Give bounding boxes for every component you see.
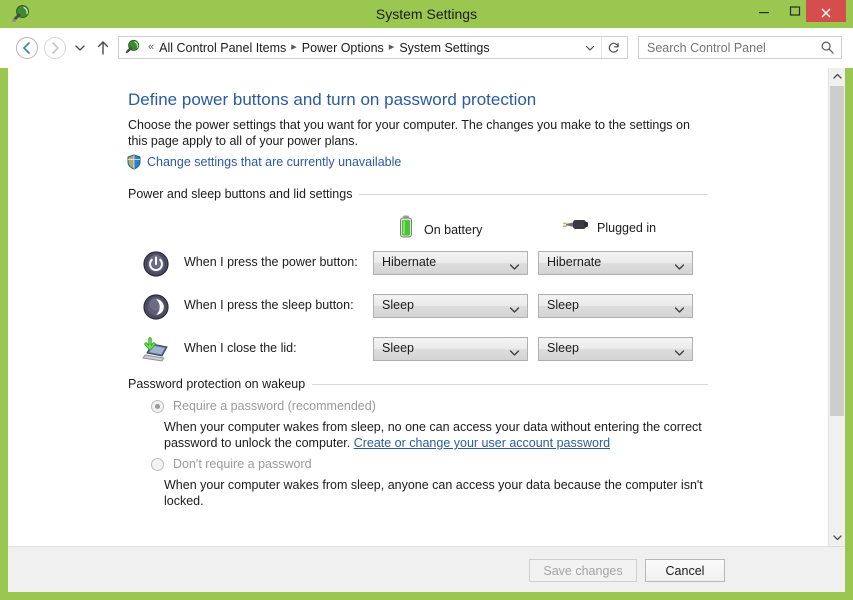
search-icon[interactable] (820, 40, 835, 55)
up-one-level-button[interactable] (94, 37, 112, 59)
setting-label-power-button: When I press the power button: (184, 255, 358, 269)
chevron-down-icon (509, 302, 520, 320)
laptop-lid-icon (140, 334, 172, 366)
content-pane: Define power buttons and turn on passwor… (8, 68, 845, 546)
scroll-up-icon (832, 73, 842, 79)
radio-label-require-password: Require a password (recommended) (173, 399, 376, 413)
dropdown-close-lid-plugged-in[interactable]: Sleep (538, 337, 693, 361)
scroll-down-icon (832, 535, 842, 541)
column-header-on-battery: On battery (396, 214, 482, 245)
dropdown-power-button-on-battery[interactable]: Hibernate (373, 251, 528, 275)
title-bar: System Settings (0, 0, 853, 28)
system-settings-window: System Settings « All Control Panel Item… (0, 0, 853, 600)
back-arrow-icon (23, 42, 30, 54)
setting-row-sleep-button: When I press the sleep button: Sleep Sle… (140, 294, 700, 320)
radio-button-require-password[interactable] (151, 400, 164, 413)
dropdown-value: Sleep (547, 298, 579, 312)
scrollbar-thumb[interactable] (830, 86, 844, 416)
maximize-icon (789, 5, 800, 16)
create-change-password-link[interactable]: Create or change your user account passw… (354, 436, 610, 450)
address-bar[interactable]: « All Control Panel Items ▸ Power Option… (118, 36, 628, 59)
vertical-scrollbar[interactable] (828, 68, 845, 546)
address-dropdown-button[interactable] (581, 37, 599, 58)
back-button[interactable] (16, 37, 38, 59)
dropdown-value: Sleep (547, 341, 579, 355)
minimize-icon (758, 11, 769, 13)
dropdown-power-button-plugged-in[interactable]: Hibernate (538, 251, 693, 275)
dropdown-value: Sleep (382, 341, 414, 355)
chevron-down-icon (674, 302, 685, 320)
dropdown-value: Sleep (382, 298, 414, 312)
sleep-button-icon (140, 291, 172, 323)
chevron-down-icon (674, 259, 685, 277)
recent-pages-button[interactable] (72, 37, 88, 59)
power-plug-icon (123, 39, 140, 56)
setting-row-close-lid: When I close the lid: Sleep Sleep (140, 337, 700, 363)
uac-link-label: Change settings that are currently unava… (147, 155, 402, 169)
battery-icon (396, 214, 416, 245)
dropdown-sleep-button-plugged-in[interactable]: Sleep (538, 294, 693, 318)
column-header-plugged-in: Plugged in (561, 214, 656, 241)
breadcrumb-separator[interactable]: ▸ (291, 42, 297, 53)
setting-label-close-lid: When I close the lid: (184, 341, 297, 355)
chevron-down-icon (509, 259, 520, 277)
scroll-down-button[interactable] (829, 529, 845, 546)
refresh-button[interactable] (601, 37, 625, 58)
search-input[interactable] (645, 37, 810, 58)
column-label-plugged-in: Plugged in (597, 220, 657, 235)
forward-arrow-icon (52, 42, 59, 54)
password-group-heading: Password protection on wakeup (128, 377, 708, 391)
breadcrumb-power-options[interactable]: Power Options (302, 41, 384, 55)
dropdown-sleep-button-on-battery[interactable]: Sleep (373, 294, 528, 318)
scroll-up-button[interactable] (829, 68, 845, 85)
column-label-on-battery: On battery (424, 222, 483, 237)
power-button-icon (140, 248, 172, 280)
page-description: Choose the power settings that you want … (128, 118, 690, 148)
radio-button-no-password[interactable] (151, 458, 164, 471)
close-icon (821, 8, 831, 18)
chevron-down-icon (509, 345, 520, 363)
uac-shield-icon (126, 154, 142, 170)
breadcrumb-prefix: « (148, 41, 155, 53)
save-changes-button[interactable]: Save changes (529, 559, 637, 582)
breadcrumb-separator[interactable]: ▸ (389, 42, 395, 53)
page-title: Define power buttons and turn on passwor… (128, 90, 537, 109)
radio-description-no-password: When your computer wakes from sleep, any… (164, 478, 703, 508)
setting-label-sleep-button: When I press the sleep button: (184, 298, 354, 312)
forward-button[interactable] (44, 37, 66, 59)
power-group-heading: Power and sleep buttons and lid settings (128, 187, 708, 201)
chevron-down-icon (674, 345, 685, 363)
close-button[interactable] (806, 0, 846, 22)
window-title: System Settings (375, 6, 478, 22)
password-group-heading-label: Password protection on wakeup (128, 377, 306, 391)
radio-label-no-password: Don't require a password (173, 457, 312, 471)
divider (359, 193, 708, 195)
minimize-button[interactable] (748, 0, 779, 21)
chevron-down-icon (585, 45, 595, 51)
cancel-button[interactable]: Cancel (645, 559, 725, 582)
dropdown-value: Hibernate (382, 255, 437, 269)
chevron-down-icon (75, 45, 85, 51)
radio-description-require-password: When your computer wakes from sleep, no … (164, 419, 709, 451)
setting-row-power-button: When I press the power button: Hibernate… (140, 251, 700, 277)
breadcrumb-all-control-panel-items[interactable]: All Control Panel Items (159, 41, 286, 55)
change-unavailable-settings-link[interactable]: Change settings that are currently unava… (126, 154, 401, 170)
power-plug-icon (561, 214, 589, 241)
divider (312, 383, 708, 385)
power-group-heading-label: Power and sleep buttons and lid settings (128, 187, 353, 201)
dropdown-value: Hibernate (547, 255, 602, 269)
footer-bar: Save changes Cancel (8, 546, 845, 592)
up-arrow-icon (97, 41, 109, 55)
search-box[interactable] (638, 36, 842, 59)
breadcrumb-system-settings[interactable]: System Settings (399, 41, 489, 55)
dropdown-close-lid-on-battery[interactable]: Sleep (373, 337, 528, 361)
refresh-icon (608, 42, 619, 53)
navigation-bar: « All Control Panel Items ▸ Power Option… (0, 28, 853, 68)
